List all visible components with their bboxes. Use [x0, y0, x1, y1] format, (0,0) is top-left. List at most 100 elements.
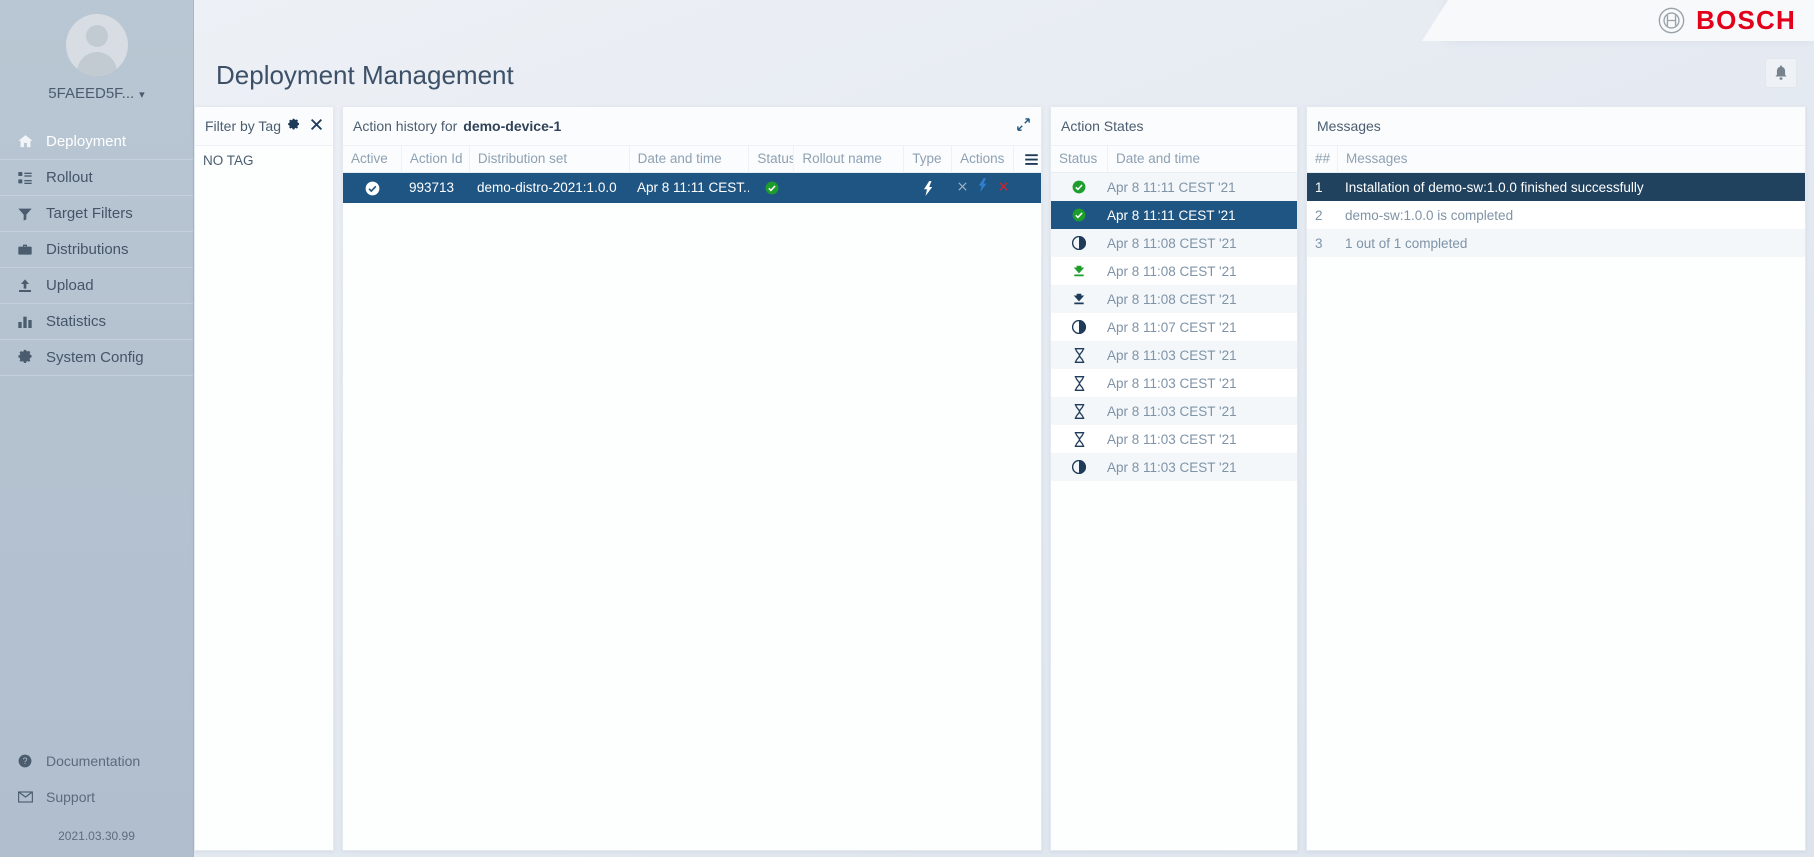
- column-header-distribution-set[interactable]: Distribution set: [468, 145, 629, 173]
- messages-column-headers: ## Messages: [1307, 145, 1805, 173]
- hourglass-icon: [1051, 347, 1107, 363]
- cell-date-and-time: Apr 8 11:03 CEST '21: [1107, 431, 1237, 447]
- sidebar-item-label: Deployment: [46, 133, 127, 150]
- table-row[interactable]: Apr 8 11:03 CEST '21: [1051, 453, 1297, 481]
- cell-message-number: 1: [1315, 179, 1323, 195]
- download-dark-icon: [1051, 292, 1107, 306]
- bar-chart-icon: [12, 314, 38, 330]
- sidebar-item-statistics[interactable]: Statistics: [0, 304, 193, 340]
- download-green-icon: [1051, 264, 1107, 278]
- cell-date-and-time: Apr 8 11:03 CEST '21: [1107, 459, 1237, 475]
- sidebar-item-label: Target Filters: [46, 205, 133, 222]
- column-header-status[interactable]: Status: [748, 145, 793, 173]
- hamburger-menu-icon[interactable]: [1013, 145, 1041, 173]
- table-row[interactable]: Apr 8 11:11 CEST '21: [1051, 173, 1297, 201]
- half-circle-icon: [1051, 236, 1107, 250]
- maximize-icon[interactable]: [1016, 117, 1031, 135]
- sidebar-item-distributions[interactable]: Distributions: [0, 232, 193, 268]
- messages-panel: Messages ## Messages 1 Installation of de…: [1306, 106, 1806, 851]
- table-row[interactable]: Apr 8 11:03 CEST '21: [1051, 397, 1297, 425]
- check-circle-green-icon: [749, 173, 794, 203]
- hourglass-icon: [1051, 375, 1107, 391]
- table-row[interactable]: Apr 8 11:03 CEST '21: [1051, 425, 1297, 453]
- column-header-active[interactable]: Active: [343, 145, 401, 173]
- column-header-rollout-name[interactable]: Rollout name: [793, 145, 903, 173]
- cell-date-and-time: Apr 8 11:03 CEST '21: [1107, 375, 1237, 391]
- column-header-type[interactable]: Type: [903, 145, 951, 173]
- action-states-list: Apr 8 11:11 CEST '21 Apr 8 11:11 CEST '21…: [1051, 173, 1297, 481]
- column-header-status[interactable]: Status: [1051, 145, 1107, 173]
- table-row[interactable]: Apr 8 11:08 CEST '21: [1051, 257, 1297, 285]
- column-header-date-and-time[interactable]: Date and time: [628, 145, 749, 173]
- sidebar-bottom-links: ? Documentation Support 2021.03.30.99: [0, 743, 193, 857]
- cell-actions: [952, 173, 1014, 203]
- sidebar-nav: Deployment Rollout Target Filters Distri…: [0, 124, 193, 376]
- table-row[interactable]: Apr 8 11:08 CEST '21: [1051, 285, 1297, 313]
- force-quit-icon[interactable]: [977, 173, 989, 203]
- cell-message-text: Installation of demo-sw:1.0.0 finished s…: [1345, 179, 1644, 195]
- sidebar-item-documentation[interactable]: ? Documentation: [0, 743, 193, 779]
- check-circle-green-icon: [1051, 208, 1107, 222]
- sidebar-item-system-config[interactable]: System Config: [0, 340, 193, 376]
- table-row[interactable]: Apr 8 11:08 CEST '21: [1051, 229, 1297, 257]
- user-avatar-icon: [65, 14, 128, 76]
- cell-action-id: 993713: [409, 180, 455, 195]
- action-history-title: Action history for: [353, 118, 458, 134]
- chevron-down-icon: ▾: [139, 89, 145, 101]
- sidebar-item-label: Statistics: [46, 313, 107, 330]
- cell-date-and-time: Apr 8 11:03 CEST '21: [1107, 403, 1237, 419]
- no-tag-item[interactable]: NO TAG: [195, 145, 333, 175]
- filter-panel-title: Filter by Tag: [205, 118, 281, 134]
- cell-date-and-time: Apr 8 11:03 CEST '21: [1107, 347, 1237, 363]
- column-header-action-id[interactable]: Action Id: [400, 145, 469, 173]
- table-row[interactable]: Apr 8 11:03 CEST '21: [1051, 341, 1297, 369]
- sidebar-item-deployment[interactable]: Deployment: [0, 124, 193, 160]
- sidebar-item-rollout[interactable]: Rollout: [0, 160, 193, 196]
- column-header-message[interactable]: Messages: [1337, 145, 1805, 173]
- column-header-date-and-time[interactable]: Date and time: [1107, 145, 1297, 173]
- table-row[interactable]: Apr 8 11:07 CEST '21: [1051, 313, 1297, 341]
- sidebar-item-target-filters[interactable]: Target Filters: [0, 196, 193, 232]
- sidebar-item-label: Rollout: [46, 169, 93, 186]
- gear-icon[interactable]: [287, 118, 301, 135]
- column-header-number[interactable]: ##: [1307, 145, 1337, 173]
- messages-list: 1 Installation of demo-sw:1.0.0 finished …: [1307, 173, 1805, 257]
- cell-rollout-name: [794, 173, 904, 203]
- column-header-actions[interactable]: Actions: [951, 145, 1013, 173]
- list-item[interactable]: 3 1 out of 1 completed: [1307, 229, 1805, 257]
- device-name: demo-device-1: [463, 118, 562, 134]
- cell-distribution-set: demo-distro-2021:1.0.0: [477, 180, 617, 195]
- cancel-icon[interactable]: [957, 173, 968, 203]
- cell-date-and-time: Apr 8 11:11 CEST '21: [1107, 207, 1236, 223]
- table-row[interactable]: Apr 8 11:03 CEST '21: [1051, 369, 1297, 397]
- sidebar-item-support[interactable]: Support: [0, 779, 193, 815]
- table-row[interactable]: Apr 8 11:11 CEST '21: [1051, 201, 1297, 229]
- user-menu[interactable]: 5FAEED5F... ▾: [0, 85, 193, 102]
- sidebar-item-label: Distributions: [46, 241, 129, 258]
- cell-message-number: 3: [1315, 235, 1323, 251]
- sidebar-item-label: Support: [46, 789, 96, 805]
- table-row[interactable]: 993713 demo-distro-2021:1.0.0 Apr 8 11:1…: [343, 173, 1041, 203]
- svg-text:?: ?: [23, 756, 28, 766]
- list-icon: [12, 170, 38, 186]
- check-circle-icon[interactable]: [343, 173, 401, 203]
- sidebar-item-upload[interactable]: Upload: [0, 268, 193, 304]
- sidebar-item-label: System Config: [46, 349, 144, 366]
- delete-icon[interactable]: [998, 173, 1009, 203]
- cell-message-text: 1 out of 1 completed: [1345, 235, 1468, 251]
- cell-date-and-time: Apr 8 11:11 CEST...: [637, 180, 749, 195]
- action-history-panel: Action history for demo-device-1 Active A…: [342, 106, 1042, 851]
- user-profile-block[interactable]: 5FAEED5F... ▾: [0, 0, 193, 102]
- cell-date-and-time: Apr 8 11:08 CEST '21: [1107, 263, 1237, 279]
- brand-name: BOSCH: [1696, 5, 1796, 35]
- notification-bell-icon[interactable]: [1765, 58, 1797, 88]
- filter-panel-header: Filter by Tag: [195, 107, 333, 145]
- cell-message-number: 2: [1315, 207, 1323, 223]
- sidebar: 5FAEED5F... ▾ Deployment Rollout Target F…: [0, 0, 194, 857]
- close-icon[interactable]: [310, 118, 323, 134]
- list-item[interactable]: 2 demo-sw:1.0.0 is completed: [1307, 201, 1805, 229]
- help-circle-icon: ?: [12, 754, 38, 768]
- list-item[interactable]: 1 Installation of demo-sw:1.0.0 finished …: [1307, 173, 1805, 201]
- cell-date-and-time: Apr 8 11:07 CEST '21: [1107, 319, 1237, 335]
- home-icon: [12, 133, 38, 150]
